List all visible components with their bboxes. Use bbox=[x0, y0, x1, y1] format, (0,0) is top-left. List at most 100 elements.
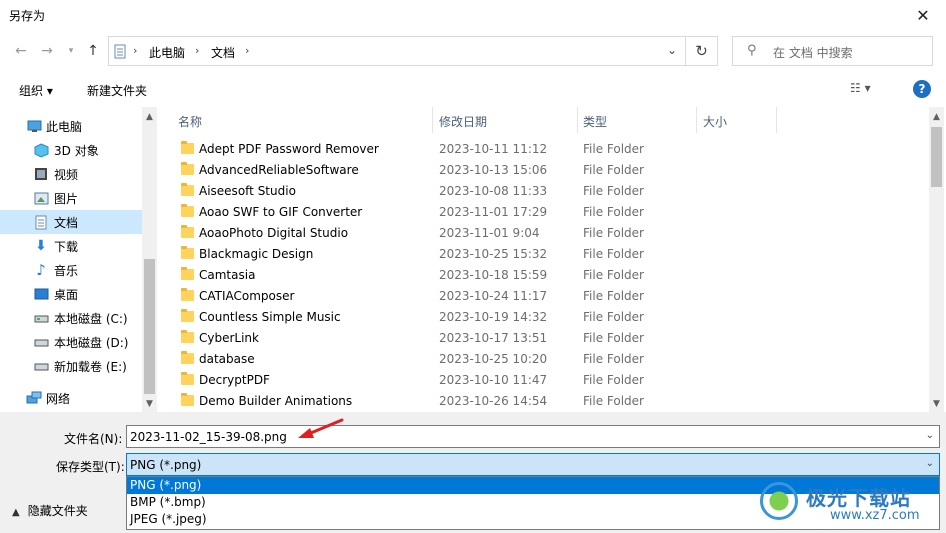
breadcrumb-this-pc[interactable]: 此电脑 bbox=[149, 44, 185, 61]
scroll-up-icon[interactable]: ▲ bbox=[142, 109, 157, 124]
file-row[interactable]: Camtasia 2023-10-18 15:59 File Folder bbox=[157, 265, 777, 286]
music-icon: ♪ bbox=[36, 261, 46, 279]
close-icon[interactable]: ✕ bbox=[900, 0, 946, 31]
scroll-down-icon[interactable]: ▼ bbox=[929, 396, 944, 411]
address-dropdown-icon[interactable]: ⌄ bbox=[667, 43, 677, 57]
file-row[interactable]: AdvancedReliableSoftware 2023-10-13 15:06… bbox=[157, 160, 777, 181]
file-name: Demo Builder Animations bbox=[199, 394, 353, 408]
column-divider[interactable] bbox=[696, 107, 697, 133]
file-type: File Folder bbox=[583, 184, 644, 198]
filename-field[interactable]: 2023-11-02_15-39-08.png ⌄ bbox=[126, 425, 940, 448]
file-date: 2023-10-26 14:54 bbox=[439, 394, 548, 408]
file-date: 2023-10-25 10:20 bbox=[439, 352, 548, 366]
nav-item-this-pc[interactable]: 此电脑 bbox=[0, 114, 142, 138]
file-type: File Folder bbox=[583, 331, 644, 345]
breadcrumb-chevron-icon[interactable]: › bbox=[133, 44, 137, 57]
scroll-down-icon[interactable]: ▼ bbox=[142, 396, 157, 411]
nav-item-downloads[interactable]: ⬇ 下载 bbox=[0, 234, 142, 258]
file-type: File Folder bbox=[583, 394, 644, 408]
file-name: Aiseesoft Studio bbox=[199, 184, 296, 198]
document-location-icon bbox=[114, 44, 126, 59]
file-list-scrollbar[interactable]: ▲ ▼ bbox=[929, 107, 944, 412]
filetype-select[interactable]: PNG (*.png) ⌄ bbox=[126, 453, 940, 476]
breadcrumb-chevron-icon[interactable]: › bbox=[195, 44, 199, 57]
file-row[interactable]: database 2023-10-25 10:20 File Folder bbox=[157, 349, 777, 370]
file-row[interactable]: Demo Builder Animations 2023-10-26 14:54 F… bbox=[157, 391, 777, 412]
watermark-title: 极光下载站 bbox=[806, 486, 911, 510]
nav-item-documents[interactable]: 文档 bbox=[0, 210, 142, 234]
organize-button[interactable]: 组织 ▾ bbox=[19, 82, 53, 99]
help-icon[interactable]: ? bbox=[913, 80, 931, 98]
file-type: File Folder bbox=[583, 163, 644, 177]
file-date: 2023-11-01 17:29 bbox=[439, 205, 548, 219]
nav-item-videos[interactable]: 视频 bbox=[0, 162, 142, 186]
chevron-down-icon[interactable]: ⌄ bbox=[926, 458, 934, 469]
drive-icon bbox=[33, 310, 49, 326]
nav-item-network[interactable]: 网络 bbox=[0, 386, 142, 410]
column-divider[interactable] bbox=[776, 107, 777, 133]
file-row[interactable]: Aiseesoft Studio 2023-10-08 11:33 File Fol… bbox=[157, 181, 777, 202]
breadcrumb-documents[interactable]: 文档 bbox=[211, 44, 235, 61]
search-input[interactable]: 在 文档 中搜索 bbox=[773, 44, 853, 61]
nav-scrollbar-thumb[interactable] bbox=[144, 259, 155, 394]
view-options-icon[interactable]: ☷ ▾ bbox=[850, 81, 871, 95]
file-row[interactable]: Adept PDF Password Remover 2023-10-11 11:… bbox=[157, 139, 777, 160]
hide-folders-label: 隐藏文件夹 bbox=[27, 504, 88, 518]
file-date: 2023-10-25 15:32 bbox=[439, 247, 548, 261]
nav-item-3d-objects[interactable]: 3D 对象 bbox=[0, 138, 142, 162]
nav-item-drive-d[interactable]: 本地磁盘 (D:) bbox=[0, 330, 142, 354]
nav-item-pictures[interactable]: 图片 bbox=[0, 186, 142, 210]
folder-icon bbox=[181, 162, 194, 175]
filename-value[interactable]: 2023-11-02_15-39-08.png bbox=[130, 430, 287, 444]
drive-icon bbox=[33, 358, 49, 374]
file-name: CATIAComposer bbox=[199, 289, 295, 303]
chevron-down-icon[interactable]: ⌄ bbox=[926, 430, 934, 441]
file-row[interactable]: AoaoPhoto Digital Studio 2023-11-01 9:04 F… bbox=[157, 223, 777, 244]
up-arrow-icon[interactable]: ↑ bbox=[84, 42, 102, 60]
watermark: 极光下载站 www.xz7.com bbox=[760, 480, 940, 528]
file-row[interactable]: CATIAComposer 2023-10-24 11:17 File Folder bbox=[157, 286, 777, 307]
breadcrumb-chevron-icon[interactable]: › bbox=[245, 44, 249, 57]
column-divider[interactable] bbox=[577, 107, 578, 133]
column-name[interactable]: 名称 bbox=[178, 113, 202, 130]
file-row[interactable]: Countless Simple Music 2023-10-19 14:32 Fi… bbox=[157, 307, 777, 328]
file-date: 2023-10-13 15:06 bbox=[439, 163, 548, 177]
file-row[interactable]: Blackmagic Design 2023-10-25 15:32 File Fo… bbox=[157, 244, 777, 265]
filetype-value[interactable]: PNG (*.png) bbox=[130, 458, 201, 472]
watermark-url: www.xz7.com bbox=[830, 508, 920, 523]
column-divider[interactable] bbox=[432, 107, 433, 133]
file-row[interactable]: CyberLink 2023-10-17 13:51 File Folder bbox=[157, 328, 777, 349]
nav-item-drive-c[interactable]: 本地磁盘 (C:) bbox=[0, 306, 142, 330]
file-date: 2023-10-18 15:59 bbox=[439, 268, 548, 282]
column-date[interactable]: 修改日期 bbox=[439, 113, 487, 130]
back-arrow-icon[interactable]: ← bbox=[12, 42, 30, 60]
file-row[interactable]: DecryptPDF 2023-10-10 11:47 File Folder bbox=[157, 370, 777, 391]
file-row[interactable]: Aoao SWF to GIF Converter 2023-11-01 17:2… bbox=[157, 202, 777, 223]
file-name: Aoao SWF to GIF Converter bbox=[199, 205, 363, 219]
nav-item-music[interactable]: ♪ 音乐 bbox=[0, 258, 142, 282]
file-type: File Folder bbox=[583, 226, 644, 240]
new-folder-button[interactable]: 新建文件夹 bbox=[87, 82, 147, 99]
file-type: File Folder bbox=[583, 205, 644, 219]
address-bar[interactable]: › 此电脑 › 文档 › ⌄ bbox=[108, 36, 686, 66]
video-icon bbox=[33, 166, 49, 182]
file-date: 2023-10-11 11:12 bbox=[439, 142, 548, 156]
column-size[interactable]: 大小 bbox=[703, 113, 727, 130]
hide-folders-toggle[interactable]: ▲ 隐藏文件夹 bbox=[12, 502, 88, 519]
scroll-up-icon[interactable]: ▲ bbox=[929, 109, 944, 124]
chevron-up-icon: ▲ bbox=[12, 507, 20, 518]
nav-item-drive-e[interactable]: 新加载卷 (E:) bbox=[0, 354, 142, 378]
forward-arrow-icon[interactable]: → bbox=[38, 42, 56, 60]
search-box[interactable]: ⚲ 在 文档 中搜索 bbox=[732, 36, 933, 66]
recent-chevron-icon[interactable]: ▾ bbox=[62, 42, 80, 60]
drive-icon bbox=[33, 334, 49, 350]
nav-item-desktop[interactable]: 桌面 bbox=[0, 282, 142, 306]
navigation-pane: 此电脑 3D 对象 视频 图片 文档 ⬇ 下载 ♪ 音乐 桌面 本地磁盘 (C:… bbox=[0, 107, 157, 412]
file-list-scrollbar-thumb[interactable] bbox=[931, 127, 942, 187]
nav-scrollbar[interactable]: ▲ ▼ bbox=[142, 107, 157, 412]
refresh-icon[interactable]: ↻ bbox=[686, 36, 718, 66]
column-type[interactable]: 类型 bbox=[583, 113, 607, 130]
folder-icon bbox=[181, 183, 194, 196]
file-name: database bbox=[199, 352, 255, 366]
file-type: File Folder bbox=[583, 373, 644, 387]
